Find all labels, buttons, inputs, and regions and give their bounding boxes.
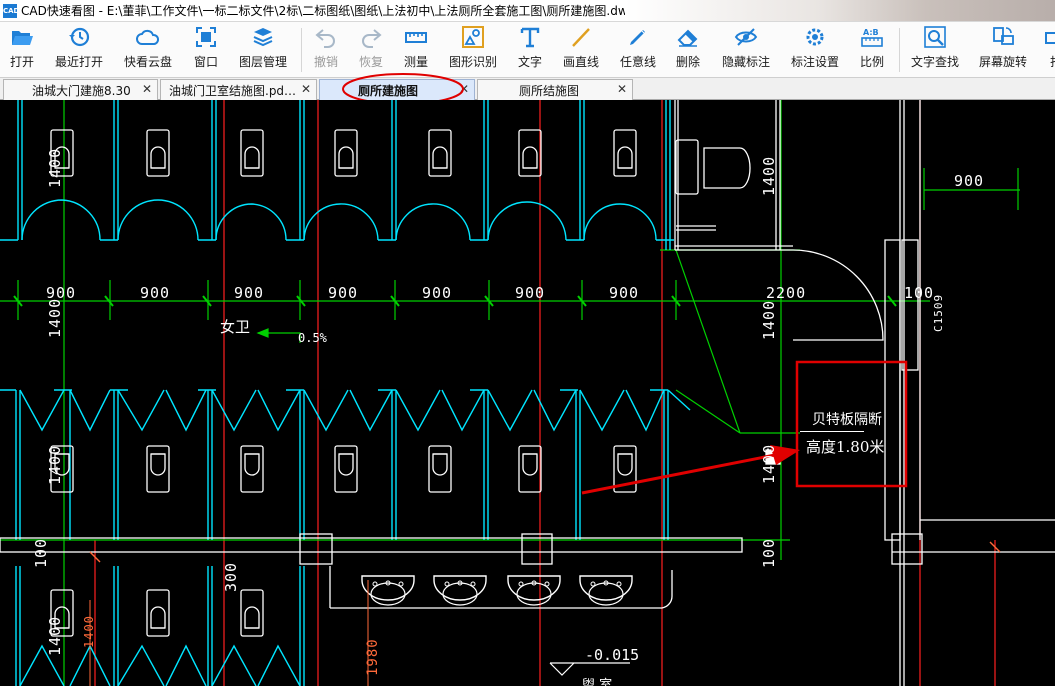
scale-icon: A:B	[861, 28, 883, 47]
dim-label-vertical: 1400	[46, 615, 64, 656]
shape-recognition-button[interactable]: 图形识别	[449, 25, 497, 75]
dim-label: 900	[328, 284, 359, 302]
dim-label: 900	[422, 284, 453, 302]
dim-label-vertical: 100	[760, 537, 778, 568]
drawing-canvas[interactable]: 900 900 900 900 900 900 900 2200 100 900…	[0, 100, 1055, 686]
wash-basins	[361, 575, 633, 606]
dim-label: 900	[515, 284, 546, 302]
dim-label-vertical: 1400	[760, 155, 778, 196]
scale-button[interactable]: A:B 比例	[860, 25, 884, 75]
undo-icon	[315, 29, 335, 48]
dim-label: 900	[140, 284, 171, 302]
hide-annotations-button[interactable]: 隐藏标注	[722, 25, 770, 75]
dim-label: 900	[954, 172, 985, 190]
ruler-icon	[405, 32, 427, 43]
annotation-settings-button[interactable]: 标注设置	[791, 25, 839, 75]
cloud-button[interactable]: 快看云盘	[124, 25, 172, 75]
slope-label: 0.5%	[298, 331, 327, 345]
annotation-line-2: 高度1.80米	[806, 438, 885, 456]
dim-label-vertical: 1980	[365, 638, 381, 676]
dim-label-vertical: 1400	[46, 147, 64, 188]
layers-icon	[253, 28, 273, 47]
toolbar-separator	[899, 28, 900, 72]
rotate-screen-icon	[993, 27, 1014, 45]
tab-label: 厕所结施图	[519, 83, 580, 98]
app-logo-icon: CAD	[3, 3, 19, 18]
recent-button[interactable]: 最近打开	[55, 25, 103, 75]
dim-label-vertical: 100	[32, 537, 50, 568]
dim-label-vertical: 1400	[82, 615, 96, 648]
freehand-line-button[interactable]: 任意线	[620, 25, 656, 75]
dim-label-vertical: 1400	[46, 444, 64, 485]
tab-close-icon[interactable]: ✕	[617, 82, 627, 96]
tab-document-1[interactable]: 油城大门建施8.30 ✕	[3, 79, 158, 100]
more-toolbar-button[interactable]: 打	[1044, 25, 1055, 75]
upper-partitions	[0, 100, 674, 250]
gear-pen-icon	[806, 28, 824, 46]
door-label: C1509	[932, 293, 945, 332]
svg-text:A:B: A:B	[863, 28, 879, 37]
measure-button[interactable]: 测量	[404, 25, 428, 75]
tab-label: 油城门卫室结施图.pd…	[169, 83, 297, 98]
pencil-icon	[630, 29, 646, 45]
title-bar-background	[625, 0, 1055, 21]
tab-document-2[interactable]: 油城门卫室结施图.pd… ✕	[160, 79, 317, 100]
elevation-label: -0.015	[585, 646, 640, 664]
room-label-bottom: 盥 室	[582, 678, 613, 686]
dim-label-vertical: 1400	[760, 299, 778, 340]
print-icon	[1045, 32, 1055, 44]
text-button[interactable]: 文字	[518, 25, 542, 75]
line-tool-icon	[572, 28, 590, 47]
room-label: 女卫	[220, 318, 251, 336]
tab-close-icon[interactable]: ✕	[142, 82, 152, 96]
redo-button[interactable]: 恢复	[359, 25, 383, 75]
dim-label: 900	[234, 284, 265, 302]
toolbar-separator	[301, 28, 302, 72]
toilet-fixtures	[50, 129, 637, 637]
cloud-icon	[136, 29, 160, 45]
folder-open-icon	[12, 31, 33, 45]
window-title: CAD快速看图 - E:\董菲\工作文件\一标二标文件\2标\二标图纸\图纸\上…	[21, 4, 636, 18]
window-button[interactable]: 窗口	[194, 25, 218, 75]
undo-button[interactable]: 撤销	[314, 25, 338, 75]
dim-label: 100	[904, 284, 935, 302]
text-search-button[interactable]: 文字查找	[911, 25, 959, 75]
tab-document-4[interactable]: 厕所结施图 ✕	[477, 79, 633, 100]
floor-plan-drawing	[0, 100, 1055, 686]
redo-icon	[362, 29, 382, 48]
middle-partitions	[0, 389, 691, 540]
eraser-icon	[677, 29, 698, 47]
dim-label-vertical: 1400	[46, 297, 64, 338]
text-tool-icon	[520, 27, 540, 48]
eye-hidden-icon	[734, 28, 758, 46]
dim-label-vertical: 300	[222, 561, 240, 592]
walls	[0, 100, 1055, 686]
shape-recognition-icon	[462, 26, 484, 48]
text-search-icon	[924, 26, 946, 48]
screen-rotate-button[interactable]: 屏幕旋转	[979, 25, 1027, 75]
window-icon	[196, 27, 216, 47]
annotation-line-1: 贝特板隔断	[812, 412, 882, 428]
draw-line-button[interactable]: 画直线	[563, 25, 599, 75]
tab-close-icon[interactable]: ✕	[301, 82, 311, 96]
document-tab-bar: 油城大门建施8.30 ✕ 油城门卫室结施图.pd… ✕ 厕所建施图 ✕ 厕所结施…	[0, 78, 1055, 100]
tab-label: 油城大门建施8.30	[32, 83, 131, 98]
dim-label-vertical: 1400	[760, 443, 778, 484]
annotation-underline	[800, 431, 864, 432]
layers-button[interactable]: 图层管理	[239, 25, 287, 75]
open-button[interactable]: 打开	[10, 25, 34, 75]
delete-button[interactable]: 删除	[676, 25, 700, 75]
clock-icon	[69, 27, 90, 47]
dim-label: 900	[609, 284, 640, 302]
main-toolbar: 打开 最近打开 快看云盘 窗口 图层管理 撤销 恢复 测量 图形识别 文字 画直…	[0, 22, 1055, 78]
title-bar: CAD CAD快速看图 - E:\董菲\工作文件\一标二标文件\2标\二标图纸\…	[0, 0, 1055, 22]
